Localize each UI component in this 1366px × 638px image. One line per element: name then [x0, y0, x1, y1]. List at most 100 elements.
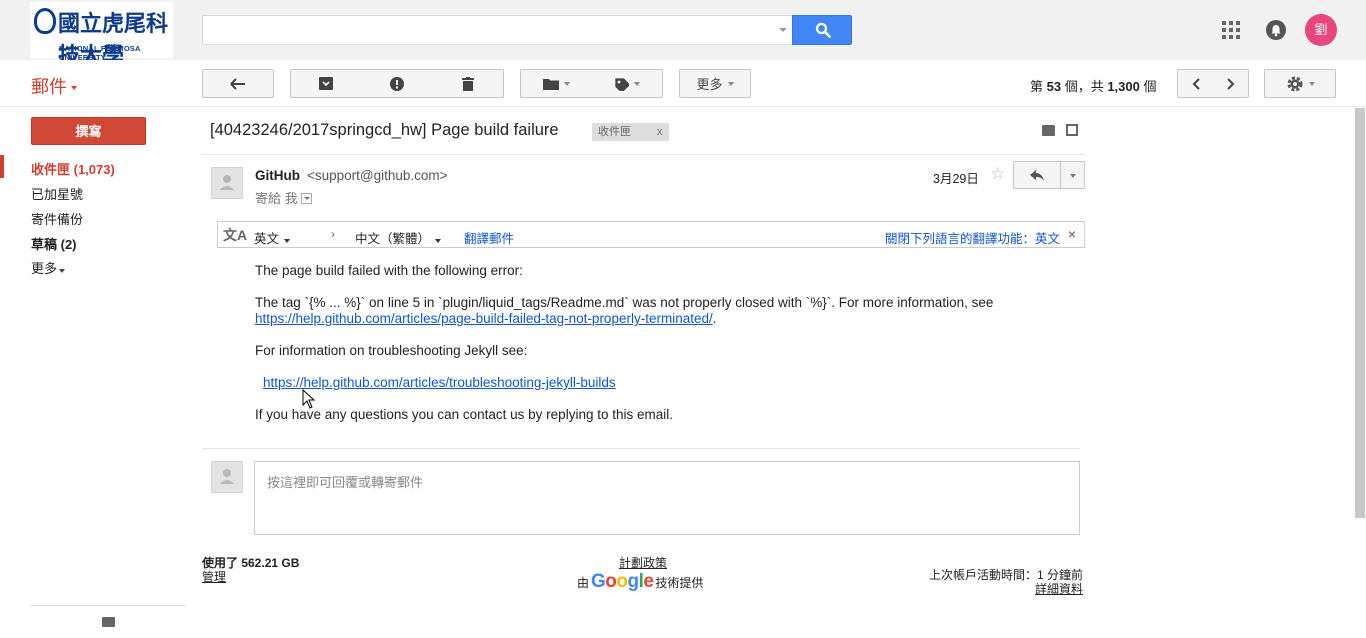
chevron-down-icon — [71, 86, 77, 91]
print-icon[interactable] — [1042, 125, 1055, 136]
chevron-down-icon — [435, 239, 442, 243]
sidebar-item-inbox[interactable]: 收件匣 (1,073) — [31, 159, 115, 178]
help-link-troubleshooting[interactable]: https://help.github.com/articles/trouble… — [263, 375, 616, 390]
account-avatar[interactable]: 劉 — [1305, 14, 1337, 46]
tag-icon — [615, 77, 629, 91]
activity-details-link[interactable]: 詳細資料 — [1035, 580, 1083, 597]
toolbar: 郵件 更多 第 53 個，共 1,300 個 — [0, 60, 1366, 107]
chevron-left-icon — [1192, 77, 1200, 90]
new-window-icon[interactable] — [1066, 124, 1078, 136]
page-count-suffix: 個 — [1139, 79, 1157, 94]
star-icon[interactable]: ☆ — [990, 164, 1005, 184]
message-date: 3月29日 — [933, 172, 979, 186]
google-logo: Google — [591, 571, 654, 593]
body-paragraph: For information on troubleshooting Jekyl… — [255, 343, 528, 358]
search-icon — [815, 22, 831, 38]
bell-icon[interactable] — [1266, 20, 1286, 40]
sidebar-divider — [30, 605, 186, 606]
page-count-mid: 個，共 — [1061, 79, 1108, 94]
body-paragraph: If you have any questions you can contac… — [255, 407, 673, 422]
program-policies-link[interactable]: 計劃政策 — [619, 554, 667, 571]
recipient-text: 寄給 我 — [255, 191, 298, 206]
reply-button[interactable] — [1013, 161, 1061, 189]
google-logo-letter: o — [605, 571, 617, 592]
body-text: The tag `{% ... %}` on line 5 in `plugin… — [255, 295, 994, 310]
page-count-current: 53 — [1046, 79, 1062, 94]
powered-by: 由 Google 技術提供 — [577, 571, 704, 593]
reply-placeholder: 按這裡即可回覆或轉寄郵件 — [267, 475, 424, 490]
google-logo-letter: e — [643, 571, 654, 592]
chevron-down-icon — [59, 269, 66, 273]
label-chip-inbox[interactable]: 收件匣 x — [592, 123, 669, 141]
message-body: The page build failed with the following… — [255, 263, 1085, 439]
archive-icon — [319, 77, 333, 90]
chevron-right-icon: › — [331, 227, 335, 241]
sidebar-item-drafts[interactable]: 草稿 (2) — [31, 234, 77, 253]
back-button[interactable] — [202, 69, 274, 98]
chevron-right-icon — [1226, 77, 1234, 90]
older-button[interactable] — [1213, 69, 1249, 98]
top-bar: 國立虎尾科技大學 NATIONAL FORMOSA UNIVERSITY 劉 — [0, 0, 1366, 69]
recipient-line: 寄給 我 — [255, 188, 312, 207]
move-to-button[interactable] — [520, 69, 592, 98]
thread-divider — [202, 448, 1080, 449]
chevron-down-icon — [1308, 81, 1315, 86]
sender-avatar — [211, 167, 243, 199]
body-paragraph: The page build failed with the following… — [255, 263, 523, 278]
spam-icon — [389, 76, 404, 91]
manage-storage-link[interactable]: 管理 — [202, 568, 226, 585]
back-icon — [230, 77, 245, 90]
inbox-active-indicator — [0, 155, 4, 178]
sender-email: <support@github.com> — [307, 168, 448, 183]
sidebar-item-sent[interactable]: 寄件備份 — [31, 209, 83, 228]
remove-label-button[interactable]: x — [657, 126, 663, 138]
compose-button[interactable]: 撰寫 — [31, 117, 146, 145]
labels-button[interactable] — [591, 69, 663, 98]
body-paragraph: The tag `{% ... %}` on line 5 in `plugin… — [255, 295, 1085, 327]
gear-icon — [1287, 76, 1302, 91]
translate-message-link[interactable]: 翻譯郵件 — [464, 228, 514, 247]
target-language-select[interactable]: 中文（繁體） — [355, 228, 442, 247]
delete-icon — [461, 76, 474, 91]
newer-button[interactable] — [1177, 69, 1214, 98]
google-logo-letter: o — [616, 571, 628, 592]
show-details-icon[interactable] — [300, 193, 312, 204]
chevron-down-icon — [284, 239, 291, 243]
mail-switcher[interactable]: 郵件 — [31, 73, 77, 99]
chat-icon[interactable] — [102, 617, 115, 627]
more-button[interactable]: 更多 — [679, 69, 751, 98]
scrollbar-thumb[interactable] — [1355, 108, 1365, 518]
source-language-label: 英文 — [254, 232, 280, 246]
apps-icon[interactable] — [1222, 21, 1240, 39]
close-translate-bar-button[interactable]: × — [1068, 226, 1076, 242]
search-button[interactable] — [792, 15, 852, 45]
chevron-down-icon — [634, 81, 640, 86]
search-options-icon[interactable] — [779, 28, 787, 32]
settings-button[interactable] — [1264, 69, 1336, 98]
mouse-cursor-icon — [302, 389, 316, 409]
delete-button[interactable] — [432, 69, 504, 98]
translate-icon: 文A — [223, 227, 248, 243]
body-text: . — [712, 311, 717, 326]
source-language-select[interactable]: 英文 — [254, 228, 291, 247]
google-logo-letter: G — [591, 571, 606, 592]
more-actions-button[interactable] — [1060, 161, 1085, 189]
my-avatar — [211, 461, 243, 493]
folder-icon — [542, 78, 559, 90]
report-spam-button[interactable] — [361, 69, 433, 98]
more-button-label: 更多 — [696, 77, 723, 92]
help-link-tag-error[interactable]: https://help.github.com/articles/page-bu… — [255, 311, 713, 326]
powered-prefix: 由 — [577, 575, 590, 590]
chevron-down-icon — [563, 81, 570, 86]
target-language-label: 中文（繁體） — [355, 232, 431, 246]
turn-off-translation-link[interactable]: 關閉下列語言的翻譯功能：英文 — [885, 228, 1060, 247]
logo-seal-icon — [34, 8, 56, 34]
label-chip-text: 收件匣 — [598, 126, 631, 138]
logo[interactable]: 國立虎尾科技大學 NATIONAL FORMOSA UNIVERSITY — [30, 2, 173, 69]
page-count-total: 1,300 — [1107, 79, 1140, 94]
reply-box[interactable]: 按這裡即可回覆或轉寄郵件 — [254, 461, 1080, 535]
archive-button[interactable] — [290, 69, 362, 98]
sidebar-item-more[interactable]: 更多 — [31, 258, 66, 277]
search-input[interactable] — [202, 15, 793, 45]
sidebar-item-starred[interactable]: 已加星號 — [31, 184, 83, 203]
